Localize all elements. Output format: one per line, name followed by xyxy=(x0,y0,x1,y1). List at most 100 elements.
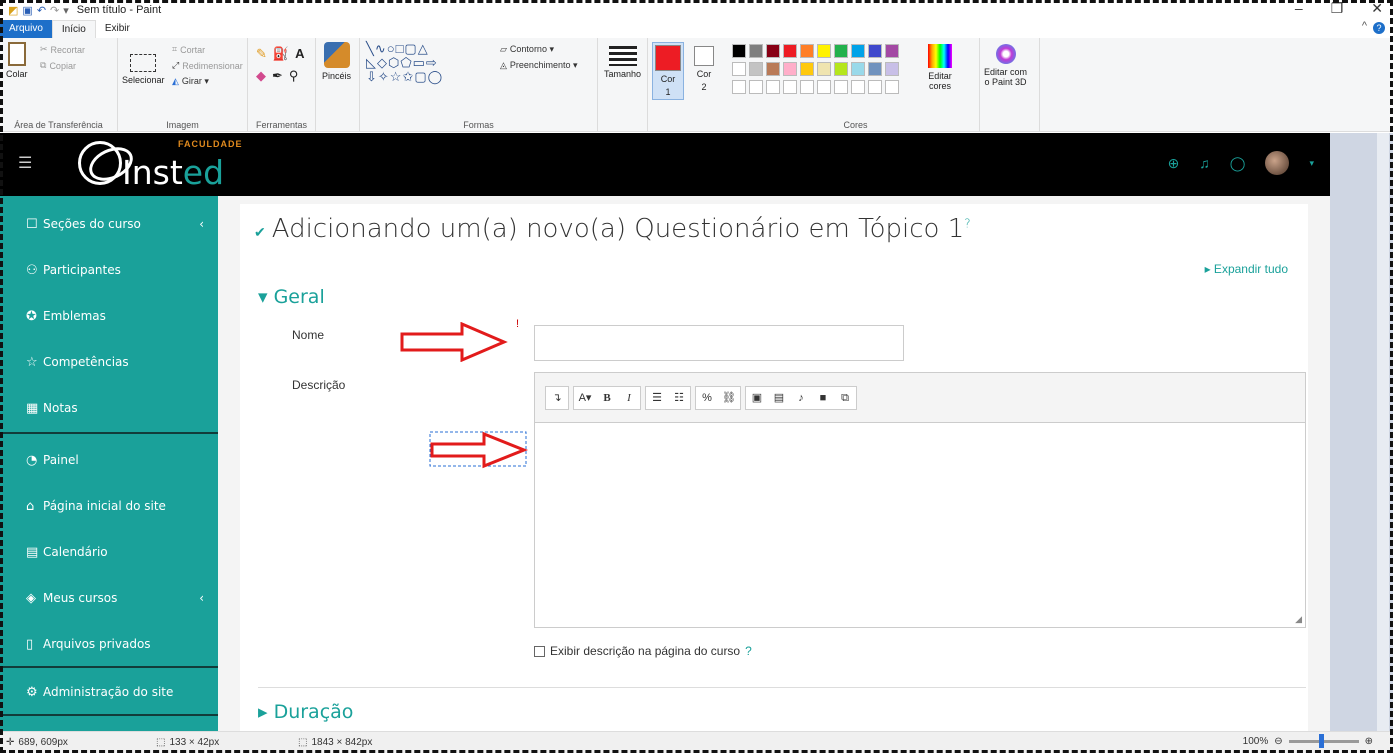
cut-button[interactable]: ✂ Recortar xyxy=(40,44,85,55)
custom-color-slot[interactable] xyxy=(868,80,882,94)
size-button[interactable]: Tamanho xyxy=(604,46,641,79)
tab-exibir[interactable]: Exibir xyxy=(96,20,139,38)
custom-color-slot[interactable] xyxy=(749,80,763,94)
sidebar-item-meus-cursos[interactable]: ◈ Meus cursos ‹ xyxy=(0,578,218,618)
sidebar-item-calendario[interactable]: ▤ Calendário xyxy=(0,532,218,572)
redo-icon[interactable]: ↷ xyxy=(50,4,59,17)
close-button[interactable]: ✕ xyxy=(1371,0,1383,17)
red-arrow-annotation-selected[interactable] xyxy=(428,430,532,470)
copy-button[interactable]: ⧉ Copiar xyxy=(40,60,76,71)
sidebar-item-participantes[interactable]: ⚇ Participantes xyxy=(0,250,218,290)
font-color-button[interactable]: A▾ xyxy=(574,387,596,409)
pencil-icon[interactable]: ✎ xyxy=(256,46,267,62)
palette-color-swatch[interactable] xyxy=(766,62,780,76)
record-video-button[interactable]: ■ xyxy=(812,387,834,409)
tab-arquivo[interactable]: Arquivo xyxy=(0,20,52,38)
minimize-button[interactable]: – xyxy=(1295,0,1303,17)
notification-bell-icon[interactable]: ♫ xyxy=(1199,155,1210,171)
custom-color-slot[interactable] xyxy=(783,80,797,94)
maximize-button[interactable]: ❐ xyxy=(1331,0,1344,17)
sidebar-item-competencias[interactable]: ☆ Competências xyxy=(0,342,218,382)
palette-color-swatch[interactable] xyxy=(834,44,848,58)
palette-color-swatch[interactable] xyxy=(783,62,797,76)
custom-color-slot[interactable] xyxy=(885,80,899,94)
select-button[interactable]: Selecionar xyxy=(122,54,165,85)
toolbar-toggle-button[interactable]: ↴ xyxy=(546,387,568,409)
bold-button[interactable]: B xyxy=(596,387,618,409)
palette-color-swatch[interactable] xyxy=(851,62,865,76)
expand-all-link[interactable]: ▸ Expandir tudo xyxy=(1205,262,1288,276)
edit-colors-button[interactable]: Editar cores xyxy=(928,44,952,91)
sidebar-item-painel[interactable]: ◔ Painel xyxy=(0,440,218,480)
undo-icon[interactable]: ↶ xyxy=(37,4,46,17)
palette-color-swatch[interactable] xyxy=(817,62,831,76)
unordered-list-button[interactable]: ☰ xyxy=(646,387,668,409)
section-duracao[interactable]: ▸ Duração xyxy=(258,701,353,723)
zoom-out-icon[interactable]: ⊖ xyxy=(1274,736,1282,747)
help-icon[interactable]: ? xyxy=(964,216,970,230)
custom-color-slot[interactable] xyxy=(851,80,865,94)
ordered-list-button[interactable]: ☷ xyxy=(668,387,690,409)
palette-color-swatch[interactable] xyxy=(766,44,780,58)
zoom-slider[interactable] xyxy=(1288,734,1359,748)
fill-bucket-icon[interactable]: ⛽ xyxy=(273,46,289,62)
unlink-button[interactable]: ⛓ xyxy=(718,387,740,409)
palette-color-swatch[interactable] xyxy=(732,44,746,58)
resize-handle-icon[interactable]: ◢ xyxy=(1295,614,1302,625)
palette-color-swatch[interactable] xyxy=(817,44,831,58)
sidebar-item-arquivos[interactable]: ▯ Arquivos privados xyxy=(0,624,218,664)
palette-color-swatch[interactable] xyxy=(885,44,899,58)
customize-qat-icon[interactable]: ▾ xyxy=(63,4,69,17)
color2-button[interactable]: Cor 2 xyxy=(694,46,714,92)
record-audio-button[interactable]: ♪ xyxy=(790,387,812,409)
text-icon[interactable]: A xyxy=(295,46,304,62)
sidebar-item-pagina-inicial[interactable]: ⌂ Página inicial do site xyxy=(0,486,218,526)
palette-color-swatch[interactable] xyxy=(868,44,882,58)
custom-color-slot[interactable] xyxy=(766,80,780,94)
color-picker-icon[interactable]: ✒ xyxy=(272,68,283,84)
palette-color-swatch[interactable] xyxy=(885,62,899,76)
eraser-icon[interactable]: ◆ xyxy=(256,68,266,84)
menu-hamburger-icon[interactable]: ☰ xyxy=(18,153,32,173)
messages-bubble-icon[interactable]: ◯ xyxy=(1230,155,1246,172)
show-description-option[interactable]: Exibir descrição na página do curso ? xyxy=(534,644,752,658)
outline-button[interactable]: ▱ Contorno ▾ xyxy=(500,44,554,55)
sidebar-item-emblemas[interactable]: ✪ Emblemas xyxy=(0,296,218,336)
tab-inicio[interactable]: Início xyxy=(51,20,96,38)
chevron-down-icon[interactable]: ▾ xyxy=(1309,158,1314,169)
collapse-ribbon-icon[interactable]: ^ xyxy=(1362,20,1367,32)
rotate-button[interactable]: ◭ Girar ▾ xyxy=(172,76,209,87)
fill-button[interactable]: ◬ Preenchimento ▾ xyxy=(500,60,577,71)
link-button[interactable]: % xyxy=(696,387,718,409)
palette-color-swatch[interactable] xyxy=(732,62,746,76)
image-button[interactable]: ▣ xyxy=(746,387,768,409)
magnifier-icon[interactable]: ⚲ xyxy=(289,68,299,84)
help-icon[interactable]: ? xyxy=(1373,22,1385,34)
help-icon[interactable]: ? xyxy=(745,644,752,658)
palette-color-swatch[interactable] xyxy=(800,44,814,58)
custom-color-slot[interactable] xyxy=(732,80,746,94)
crop-button[interactable]: ⌗ Cortar xyxy=(172,44,205,55)
description-editor[interactable]: ↴ A▾ B I ☰ ☷ % ⛓ ▣ ▤ ♪ ■ ⧉ ◢ xyxy=(534,372,1306,628)
save-icon[interactable]: ▣ xyxy=(22,4,32,17)
palette-color-swatch[interactable] xyxy=(800,62,814,76)
media-button[interactable]: ▤ xyxy=(768,387,790,409)
vertical-scrollbar[interactable] xyxy=(1377,133,1389,731)
section-geral[interactable]: ▾ Geral xyxy=(258,286,325,308)
paste-button[interactable]: Colar xyxy=(6,42,28,79)
palette-color-swatch[interactable] xyxy=(783,44,797,58)
show-description-checkbox[interactable] xyxy=(534,645,545,657)
resize-button[interactable]: ⤢ Redimensionar xyxy=(172,60,243,71)
sidebar-item-administracao[interactable]: ⚙ Administração do site xyxy=(0,672,218,712)
language-globe-icon[interactable]: ⊕ xyxy=(1168,155,1180,172)
manage-files-button[interactable]: ⧉ xyxy=(834,387,856,409)
shapes-gallery[interactable]: ╲∿○□▢△ ◺◇⬡⬠▭⇨ ⇩✧☆✩▢◯ xyxy=(366,42,494,86)
sidebar-item-notas[interactable]: ▦ Notas xyxy=(0,388,218,428)
name-input[interactable] xyxy=(534,325,904,361)
brushes-button[interactable]: Pincéis xyxy=(322,42,351,81)
palette-color-swatch[interactable] xyxy=(749,62,763,76)
site-logo[interactable]: FACULDADE Insted xyxy=(78,139,242,192)
edit-with-paint3d-button[interactable]: Editar com o Paint 3D xyxy=(984,44,1027,87)
color1-button[interactable]: Cor 1 xyxy=(652,42,684,100)
italic-button[interactable]: I xyxy=(618,387,640,409)
